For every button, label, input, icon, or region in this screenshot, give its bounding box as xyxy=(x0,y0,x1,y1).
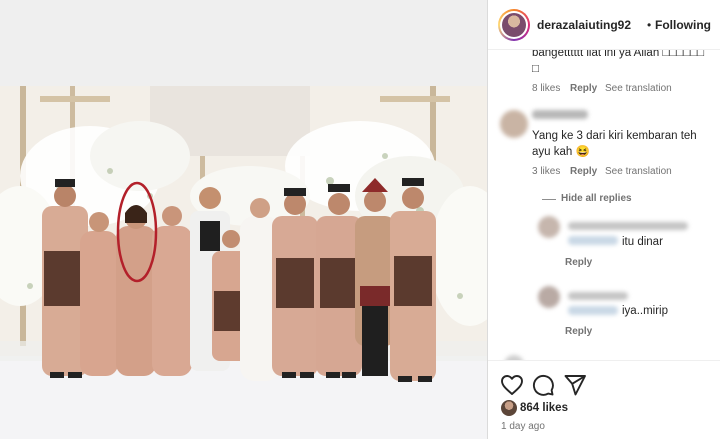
comment-text-continued: ayu kah 😆 xyxy=(532,146,590,158)
comment-likes[interactable]: 8 likes xyxy=(532,83,560,94)
comment-icon[interactable] xyxy=(531,373,555,397)
profile-avatar[interactable] xyxy=(498,9,530,41)
post-sidebar: derazalaiuting92 • Following bangetttttt… xyxy=(487,0,720,439)
comment-text: Yang ke 3 dari kiri kembaran teh xyxy=(532,130,697,142)
username-link[interactable]: derazalaiuting92 xyxy=(537,18,631,32)
reply-text: iya..mirip xyxy=(622,305,669,317)
reply-button[interactable]: Reply xyxy=(565,257,592,268)
blurred-username xyxy=(568,222,688,230)
separator-dot: • xyxy=(647,18,652,32)
commenter-avatar[interactable] xyxy=(500,110,528,138)
comments-list[interactable]: bangetttttt liat ini ya Allah □□□□□□ □ 8… xyxy=(488,50,720,360)
replies-divider xyxy=(542,199,556,200)
post-timestamp[interactable]: 1 day ago xyxy=(501,421,545,432)
reply-button[interactable]: Reply xyxy=(570,83,597,94)
reply-text: itu dinar xyxy=(622,236,663,248)
blurred-mention xyxy=(568,236,618,245)
post-header: derazalaiuting92 • Following xyxy=(488,0,720,50)
blurred-username xyxy=(568,292,628,300)
comment-text: bangetttttt liat ini ya Allah □□□□□□ xyxy=(532,50,705,59)
reply-button[interactable]: Reply xyxy=(570,166,597,177)
post-actions: 864 likes 1 day ago xyxy=(488,360,720,439)
hide-replies-button[interactable]: Hide all replies xyxy=(561,193,632,204)
comment-text-continued: □ xyxy=(532,63,539,75)
post-media-pane xyxy=(0,0,487,439)
comment-likes[interactable]: 3 likes xyxy=(532,166,560,177)
send-icon[interactable] xyxy=(563,373,587,397)
wedding-group-photo xyxy=(0,86,487,439)
blurred-username xyxy=(532,110,588,119)
see-translation-link[interactable]: See translation xyxy=(605,83,672,94)
reply-button[interactable]: Reply xyxy=(565,326,592,337)
replier-avatar[interactable] xyxy=(538,216,560,238)
heart-icon[interactable] xyxy=(500,373,524,397)
following-button[interactable]: Following xyxy=(655,18,711,32)
likes-count[interactable]: 864 likes xyxy=(520,402,568,414)
replier-avatar[interactable] xyxy=(538,286,560,308)
blurred-mention xyxy=(568,306,618,315)
post-photo[interactable] xyxy=(0,86,487,439)
see-translation-link[interactable]: See translation xyxy=(605,166,672,177)
liker-avatar[interactable] xyxy=(501,400,517,416)
